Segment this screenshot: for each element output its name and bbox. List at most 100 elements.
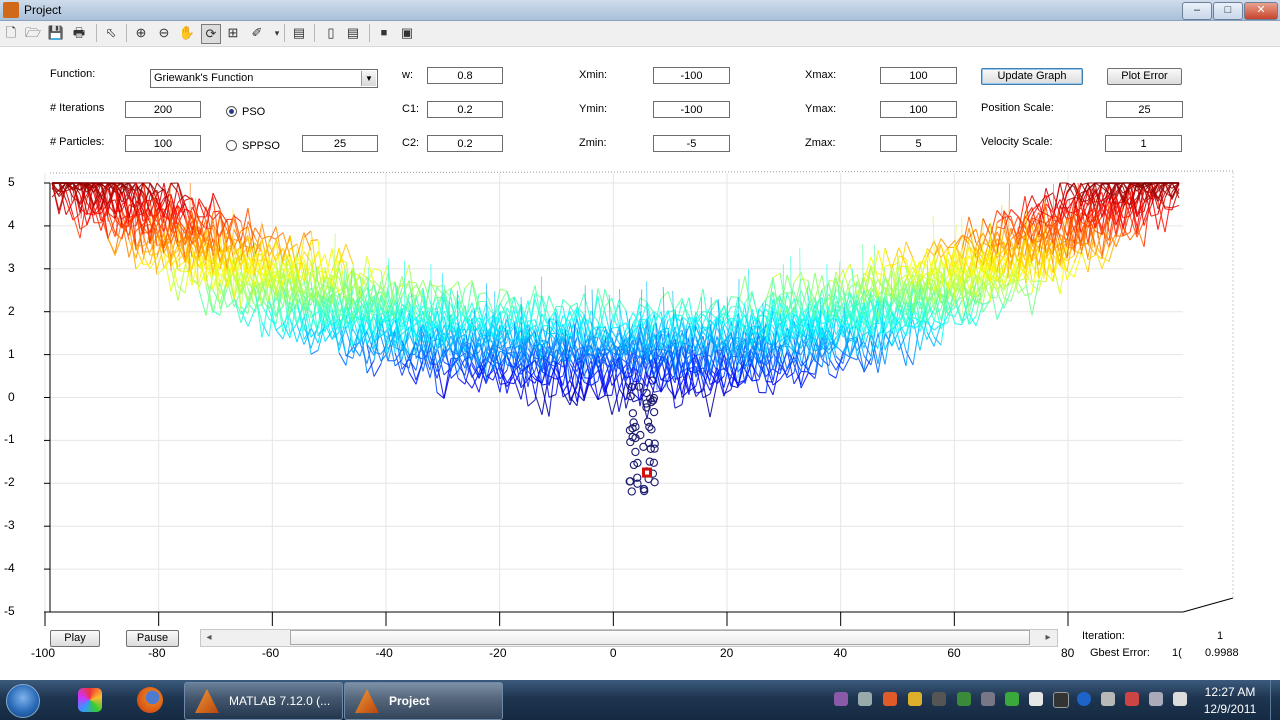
gbest-error-label: Gbest Error:	[1090, 647, 1150, 659]
surface-mesh-segment	[275, 329, 284, 340]
surface-mesh-segment	[1168, 182, 1171, 192]
surface-mesh-segment	[884, 247, 893, 272]
ymax-input[interactable]: 100	[880, 101, 957, 118]
surface-mesh-segment	[604, 288, 613, 315]
ymax-label: Ymax:	[805, 103, 837, 115]
zmin-input[interactable]: -5	[653, 135, 730, 152]
tray-app-icon[interactable]	[1053, 692, 1069, 708]
colorbar-icon[interactable]: ▯	[322, 24, 340, 42]
tray-app-icon[interactable]	[1005, 692, 1019, 706]
surface-mesh-segment	[989, 222, 992, 302]
particle-marker	[649, 407, 659, 417]
volume-icon[interactable]	[1173, 692, 1187, 706]
iteration-slider[interactable]: ◂ ▸	[200, 629, 1058, 647]
tray-steam-icon[interactable]	[981, 692, 995, 706]
iterations-label: # Iterations	[50, 102, 105, 114]
surface-mesh-segment	[1150, 213, 1159, 217]
z-tick-label: 3	[8, 260, 15, 275]
surface-mesh-segment	[730, 295, 739, 299]
particle-marker	[643, 417, 653, 426]
surface-plot[interactable]	[0, 160, 1280, 665]
plot-error-button[interactable]: Plot Error	[1107, 68, 1182, 85]
surface-mesh-segment	[1052, 184, 1054, 273]
pan-icon[interactable]: ✋	[178, 24, 196, 42]
surface-mesh-segment	[1164, 206, 1173, 209]
network-icon[interactable]	[1149, 692, 1163, 706]
tray-app-icon[interactable]	[1101, 692, 1115, 706]
show-plot-tools-icon[interactable]: ▣	[398, 24, 416, 42]
c2-label: C2:	[402, 137, 420, 149]
windows-taskbar: MATLAB 7.12.0 (... Project 12:27 AM 12/9…	[0, 680, 1280, 720]
velocity-scale-input[interactable]: 1	[1105, 135, 1182, 152]
surface-mesh-segment	[499, 288, 508, 292]
rotate-3d-icon[interactable]: ⟳	[201, 24, 221, 44]
chevron-down-icon[interactable]: ▼	[361, 71, 376, 86]
save-icon[interactable]: 💾	[47, 24, 65, 42]
play-button[interactable]: Play	[50, 630, 100, 647]
legend-icon[interactable]: ▤	[344, 24, 362, 42]
minimize-button[interactable]: –	[1182, 2, 1212, 20]
ymin-input[interactable]: -100	[653, 101, 730, 118]
pso-radio[interactable]	[226, 106, 237, 117]
zoom-in-icon[interactable]: ⊕	[132, 24, 150, 42]
clock-date: 12/9/2011	[1203, 702, 1257, 716]
tray-cursor-icon[interactable]	[858, 692, 872, 706]
tray-app-icon[interactable]	[932, 692, 946, 706]
surface-mesh-segment	[106, 185, 109, 222]
xmin-input[interactable]: -100	[653, 67, 730, 84]
x-tick-label: 40	[833, 646, 848, 660]
z-tick-label: 0	[8, 389, 15, 404]
data-cursor-icon[interactable]: ⊞	[224, 24, 242, 42]
taskbar-task-project[interactable]: Project	[344, 682, 503, 720]
gbest-marker-center	[645, 470, 649, 475]
surface-mesh-segment	[1045, 192, 1054, 199]
new-figure-icon[interactable]: 🗋	[2, 24, 20, 42]
surface-mesh-segment	[799, 248, 802, 351]
slider-right-arrow-icon[interactable]: ▸	[1041, 630, 1055, 646]
sppso-radio[interactable]	[226, 140, 237, 151]
zoom-out-icon[interactable]: ⊖	[155, 24, 173, 42]
xmax-input[interactable]: 100	[880, 67, 957, 84]
update-graph-button[interactable]: Update Graph	[981, 68, 1083, 85]
slider-left-arrow-icon[interactable]: ◂	[202, 630, 216, 646]
w-input[interactable]: 0.8	[427, 67, 503, 84]
sppso-input[interactable]: 25	[302, 135, 378, 152]
z-tick-label: -2	[4, 475, 15, 490]
tray-app-icon[interactable]	[883, 692, 897, 706]
surface-mesh-segment	[849, 356, 858, 361]
tray-app-icon[interactable]	[834, 692, 848, 706]
link-plot-icon[interactable]: ▤	[290, 24, 308, 42]
surface-mesh-segment	[730, 305, 739, 308]
slider-track[interactable]	[290, 630, 1030, 645]
toolbar-separator	[284, 24, 285, 42]
taskbar-task-matlab[interactable]: MATLAB 7.12.0 (...	[184, 682, 343, 720]
window-title-bar: Project – □ ✕	[0, 0, 1280, 21]
surface-mesh-segment	[653, 348, 662, 351]
particles-input[interactable]: 100	[125, 135, 201, 152]
open-file-icon[interactable]: 🗁	[24, 24, 42, 42]
tray-speaker-icon[interactable]	[1029, 692, 1043, 706]
position-scale-input[interactable]: 25	[1106, 101, 1183, 118]
start-button[interactable]	[6, 684, 40, 718]
hide-plot-tools-icon[interactable]: ■	[375, 24, 393, 42]
firefox-icon[interactable]	[130, 682, 170, 718]
edit-plot-icon[interactable]: ⬁	[102, 24, 120, 42]
zmax-input[interactable]: 5	[880, 135, 957, 152]
pinned-app-icon[interactable]	[70, 682, 110, 718]
tray-app-icon[interactable]	[908, 692, 922, 706]
c2-input[interactable]: 0.2	[427, 135, 503, 152]
function-dropdown[interactable]: Griewank's Function ▼	[150, 69, 378, 88]
iterations-input[interactable]: 200	[125, 101, 201, 118]
close-button[interactable]: ✕	[1244, 2, 1278, 20]
print-icon[interactable]: 🖶	[70, 24, 88, 42]
pause-button[interactable]: Pause	[126, 630, 179, 647]
taskbar-clock[interactable]: 12:27 AM 12/9/2011	[1195, 685, 1265, 716]
brush-icon[interactable]: ✐	[248, 24, 266, 42]
action-center-icon[interactable]	[1125, 692, 1139, 706]
maximize-button[interactable]: □	[1213, 2, 1243, 20]
show-desktop-button[interactable]	[1270, 680, 1280, 720]
bluetooth-icon[interactable]	[1077, 692, 1091, 706]
tray-app-icon[interactable]	[957, 692, 971, 706]
z-tick-label: 1	[8, 346, 15, 361]
c1-input[interactable]: 0.2	[427, 101, 503, 118]
